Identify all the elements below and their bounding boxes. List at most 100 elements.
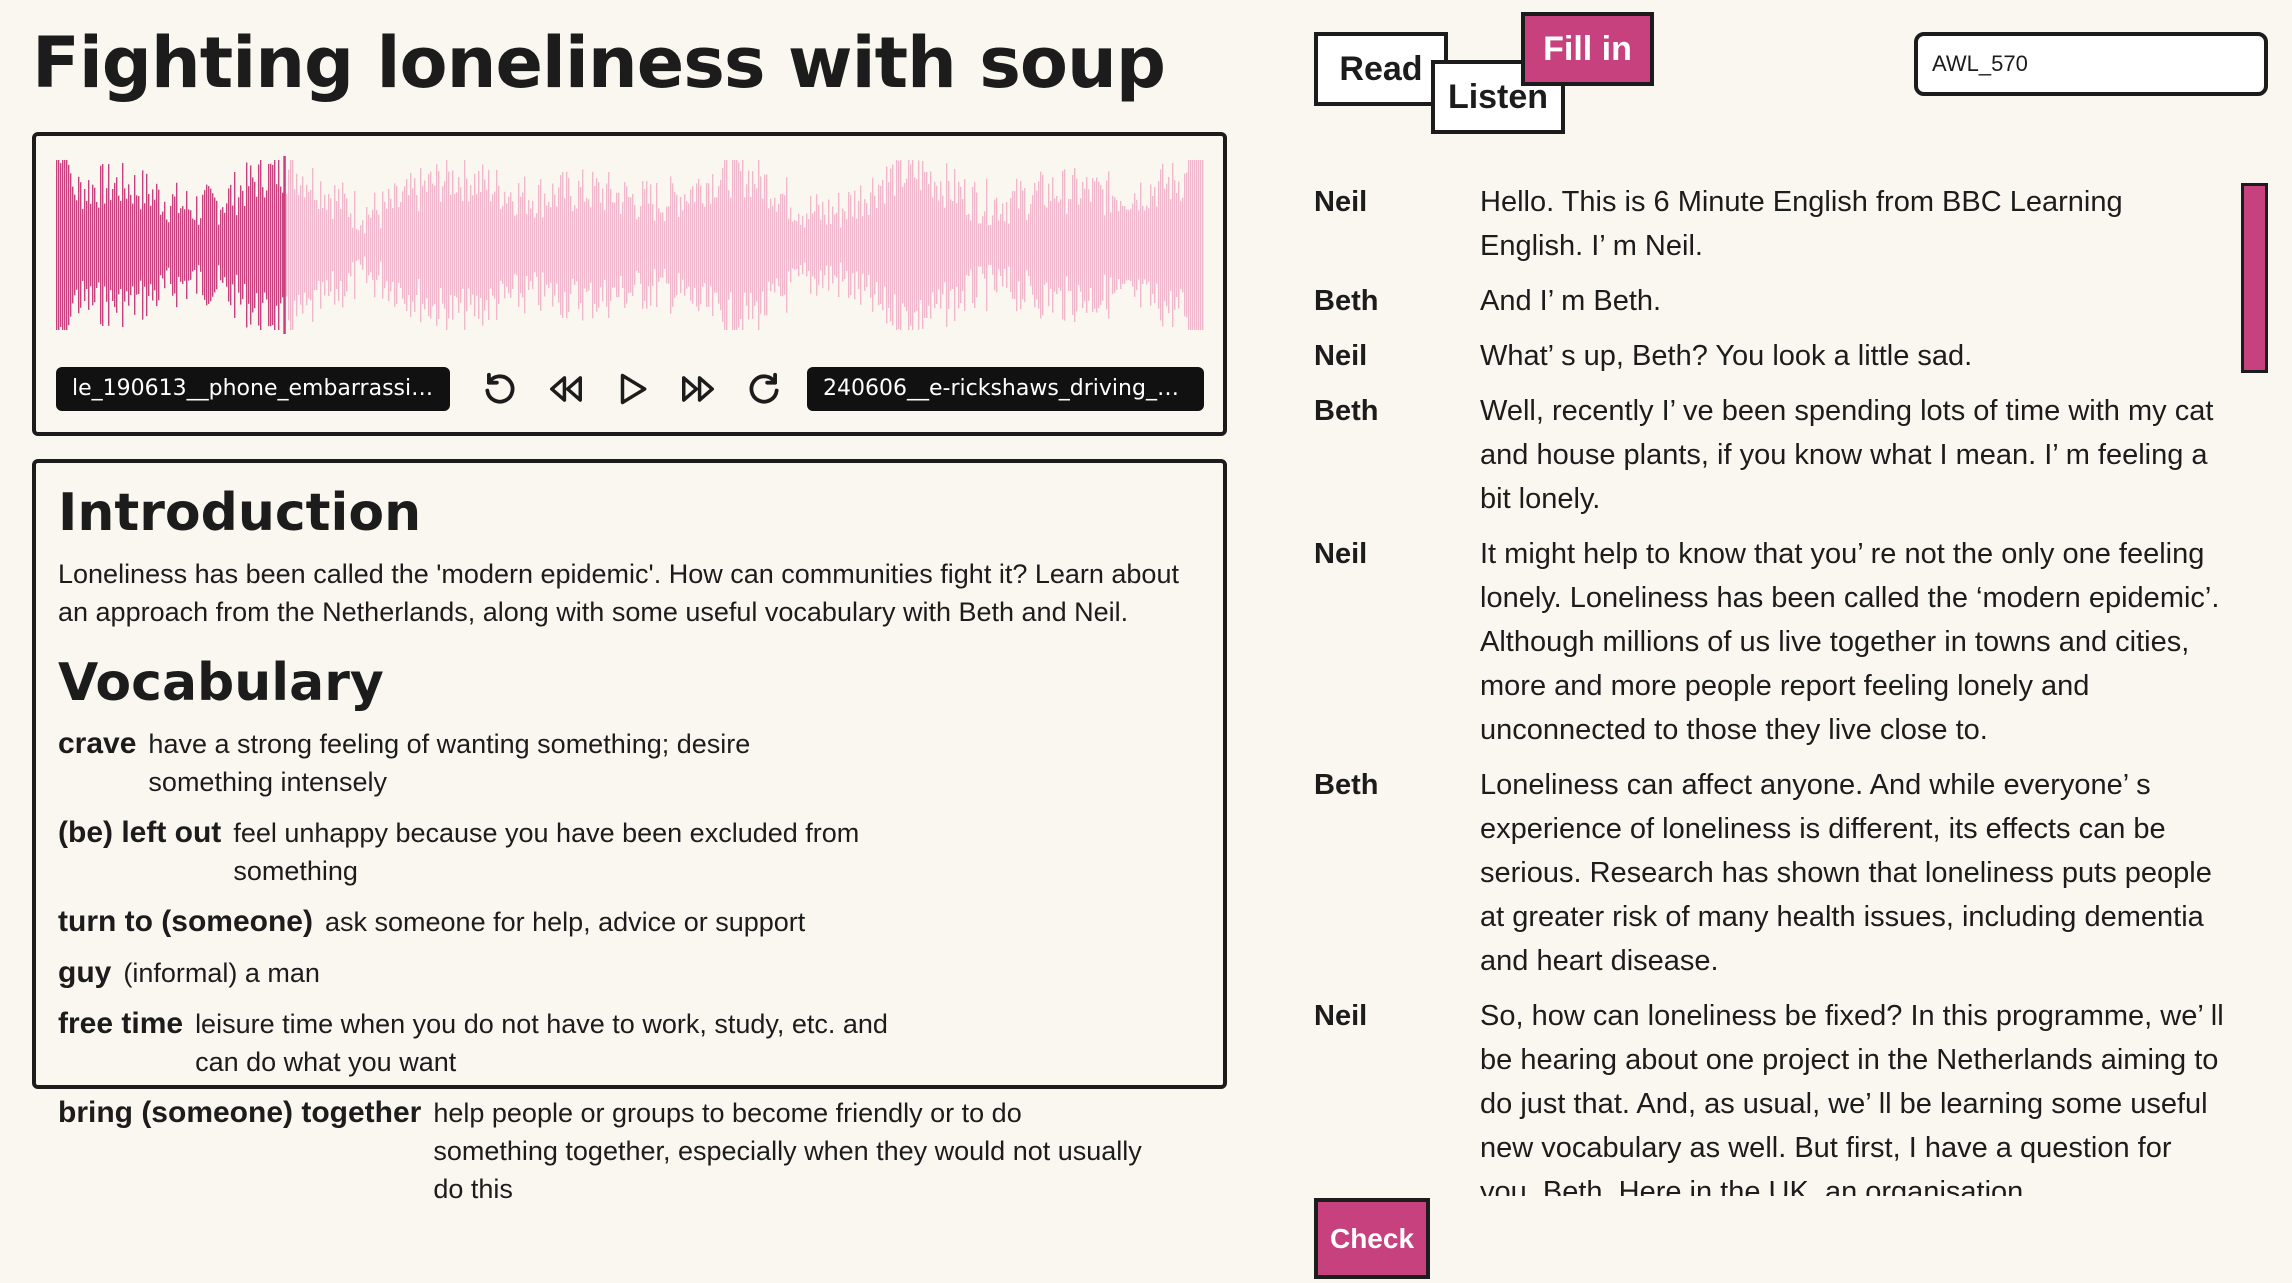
- vocabulary-item: free time leisure time when you do not h…: [58, 1005, 1203, 1081]
- waveform-bar: [874, 195, 876, 295]
- waveform-bar: [794, 219, 796, 271]
- waveform-bar: [868, 214, 870, 276]
- waveform-bar: [438, 171, 440, 319]
- waveform-bar: [584, 201, 586, 289]
- waveform-bar: [250, 165, 252, 325]
- waveform-bar: [326, 209, 328, 281]
- tab-read[interactable]: Read: [1314, 32, 1448, 106]
- waveform-bar: [724, 160, 726, 330]
- waveform-bar: [908, 160, 910, 330]
- waveform-bar: [540, 179, 542, 311]
- waveform-bar: [1170, 199, 1172, 291]
- waveform-bar: [372, 209, 374, 281]
- waveform-bar: [630, 197, 632, 293]
- next-track-button[interactable]: 240606__e-rickshaws_driving_a…: [807, 367, 1204, 411]
- waveform-bar: [570, 196, 572, 294]
- waveform-bar: [982, 216, 984, 274]
- waveform-bar: [546, 205, 548, 285]
- waveform-bar: [430, 171, 432, 319]
- introduction-heading: Introduction: [58, 483, 422, 543]
- transcript-scrollbar[interactable]: [2241, 183, 2268, 373]
- speaker-name: Beth: [1314, 395, 1379, 427]
- waveform-bar: [934, 181, 936, 309]
- waveform-bar: [258, 164, 260, 326]
- waveform-bar: [316, 199, 318, 291]
- waveform-bar: [522, 192, 524, 298]
- speaker-name: Beth: [1314, 285, 1379, 317]
- waveform-bar: [856, 218, 858, 272]
- waveform-bar: [502, 206, 504, 284]
- waveform-bar: [660, 212, 662, 278]
- waveform-bar: [922, 161, 924, 329]
- tab-fill-in[interactable]: Fill in: [1521, 12, 1654, 86]
- waveform-bar: [722, 168, 724, 322]
- forward-skip-button[interactable]: [742, 367, 786, 411]
- waveform-bar: [174, 196, 176, 294]
- waveform-bar: [924, 172, 926, 318]
- waveform-bar: [124, 188, 126, 302]
- waveform-bar: [810, 196, 812, 294]
- waveform-bar: [1168, 176, 1170, 314]
- waveform-bar: [1188, 160, 1190, 330]
- play-icon: [620, 373, 647, 405]
- fast-forward-button[interactable]: [676, 367, 720, 411]
- waveform-bar: [1068, 198, 1070, 292]
- waveform-bar: [628, 196, 630, 294]
- play-button[interactable]: [610, 367, 654, 411]
- waveform-bar: [178, 212, 180, 278]
- waveform-bar: [668, 206, 670, 284]
- lesson-code-input[interactable]: [1914, 32, 2268, 96]
- waveform-bar: [1138, 210, 1140, 280]
- playhead[interactable]: [283, 156, 286, 334]
- waveform-bar: [282, 192, 284, 298]
- check-button[interactable]: Check: [1314, 1198, 1430, 1279]
- waveform-bar: [270, 163, 272, 327]
- waveform-bar: [266, 190, 268, 300]
- waveform-bar: [910, 164, 912, 326]
- waveform-bar: [732, 160, 734, 330]
- waveform-bar: [288, 169, 290, 321]
- waveform-bar: [434, 185, 436, 305]
- rewind-button[interactable]: [544, 367, 588, 411]
- waveform-bar: [378, 214, 380, 276]
- waveform-bar: [222, 207, 224, 283]
- waveform-bar: [1092, 178, 1094, 312]
- waveform-bar: [950, 199, 952, 291]
- vocabulary-term: turn to (someone): [58, 905, 313, 938]
- waveform-bar: [1040, 171, 1042, 319]
- waveform-bar: [192, 218, 194, 272]
- waveform-bar: [700, 185, 702, 305]
- waveform-bar: [708, 183, 710, 307]
- waveform[interactable]: [56, 156, 1204, 334]
- waveform-bar: [1154, 186, 1156, 304]
- waveform-bar: [120, 200, 122, 290]
- waveform-bar: [292, 160, 294, 330]
- waveform-bar: [898, 160, 900, 330]
- waveform-bar: [1016, 178, 1018, 312]
- waveform-bar: [956, 203, 958, 287]
- waveform-bar: [252, 177, 254, 313]
- waveform-bar: [370, 217, 372, 273]
- waveform-bar: [1132, 203, 1134, 287]
- replay-button[interactable]: [478, 367, 522, 411]
- waveform-bar: [310, 189, 312, 301]
- waveform-bar: [348, 216, 350, 274]
- waveform-bar: [154, 199, 156, 291]
- waveform-bar: [1050, 201, 1052, 289]
- waveform-bar: [826, 224, 828, 266]
- waveform-bar: [480, 191, 482, 299]
- waveform-bar: [960, 186, 962, 304]
- waveform-bar: [76, 200, 78, 290]
- waveform-bar: [176, 182, 178, 308]
- waveform-bar: [368, 214, 370, 276]
- waveform-bar: [344, 193, 346, 297]
- previous-track-button[interactable]: le_190613__phone_embarrassing: [56, 367, 450, 411]
- waveform-bar: [1028, 213, 1030, 277]
- waveform-bar: [466, 178, 468, 312]
- waveform-bar: [298, 195, 300, 295]
- waveform-bar: [1096, 177, 1098, 313]
- transcript-turn: Neil So, how can loneliness be fixed? In…: [1314, 994, 2224, 1196]
- waveform-bar: [390, 198, 392, 292]
- waveform-bar: [234, 172, 236, 318]
- waveform-bar: [126, 198, 128, 292]
